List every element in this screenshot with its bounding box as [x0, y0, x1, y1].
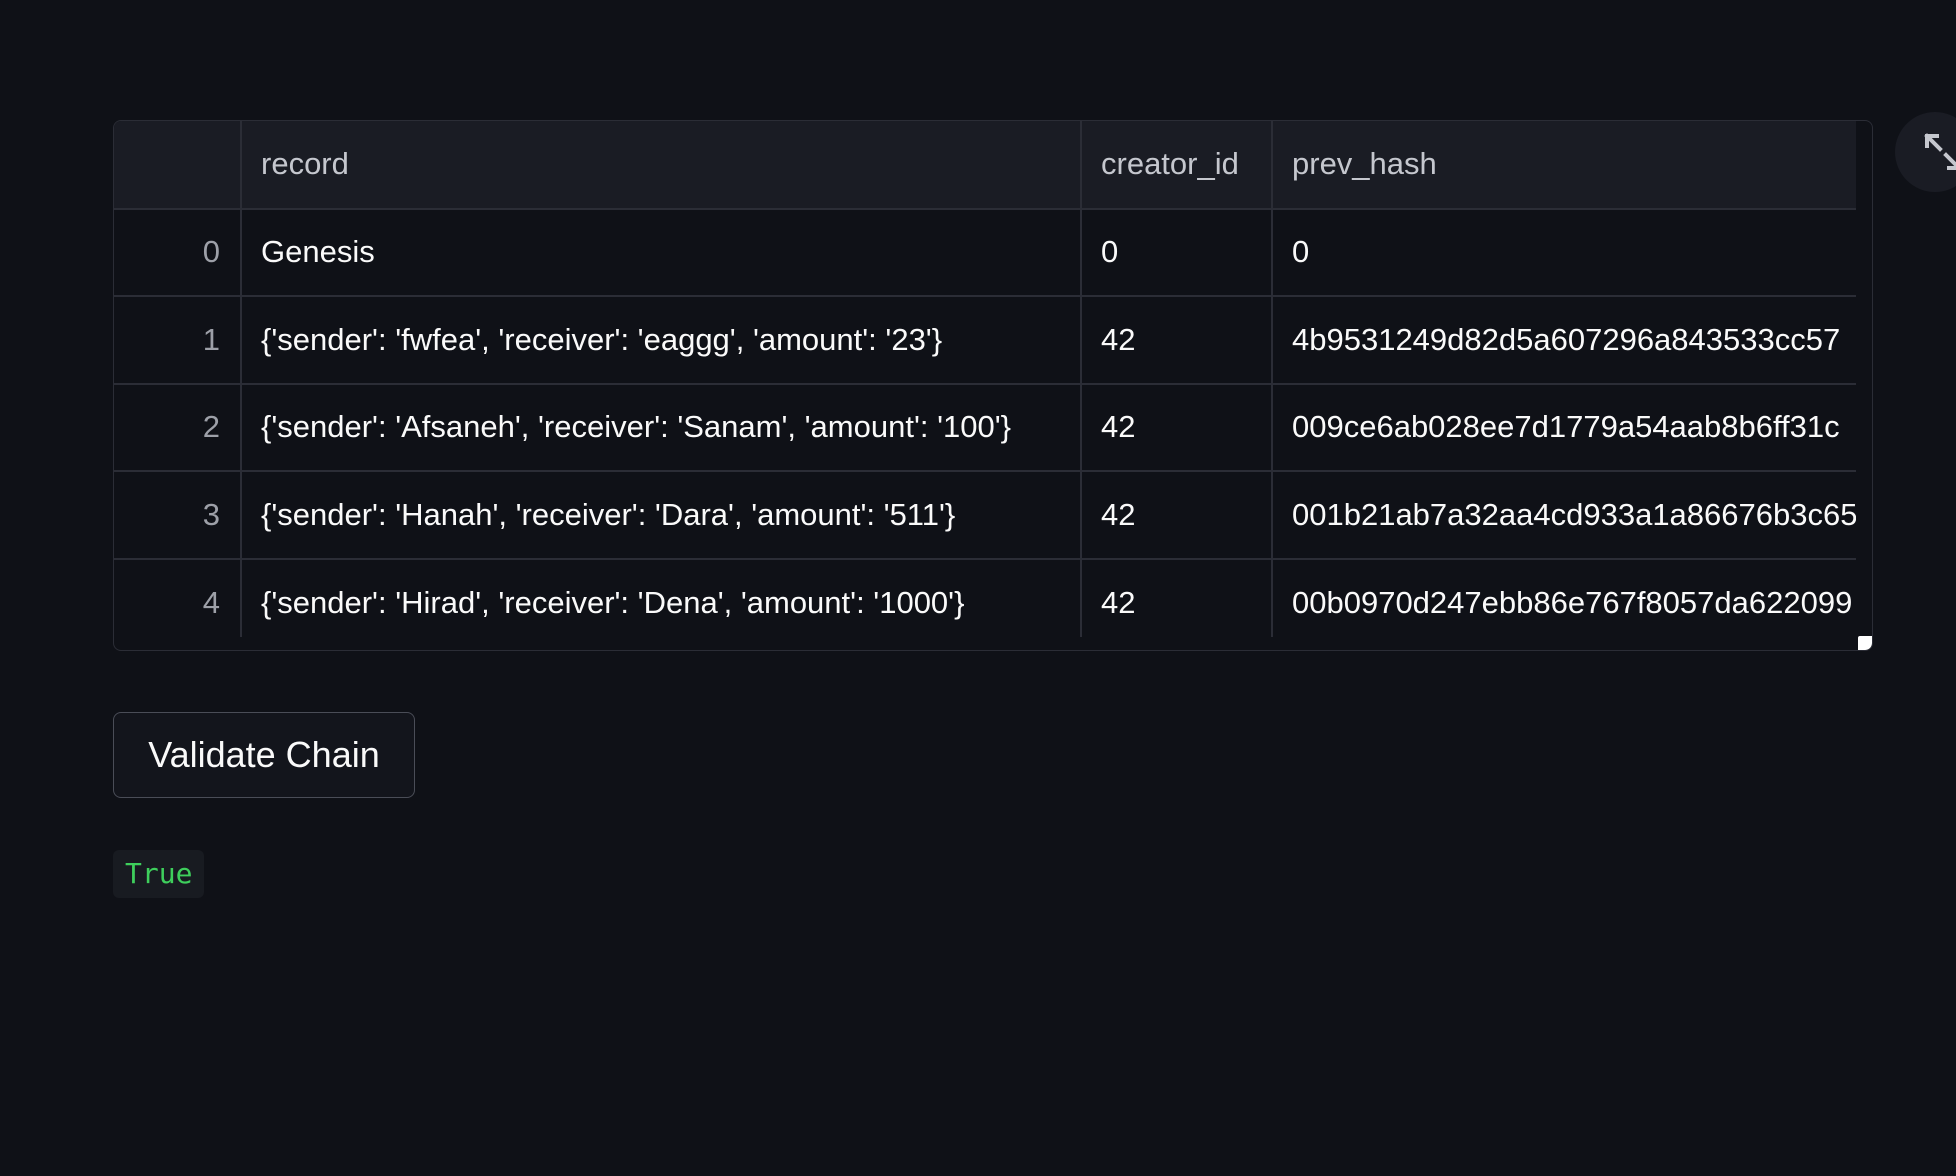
table-row: 3 {'sender': 'Hanah', 'receiver': 'Dara'…: [114, 471, 1856, 560]
row-index: 2: [114, 383, 242, 472]
dataframe-scroll-area[interactable]: record creator_id prev_hash 0 Genesis 0 …: [114, 121, 1856, 637]
cell-record[interactable]: {'sender': 'Hirad', 'receiver': 'Dena', …: [241, 558, 1082, 637]
cell-creator-id[interactable]: 42: [1081, 471, 1273, 560]
resize-handle[interactable]: [1858, 636, 1872, 650]
cell-creator-id[interactable]: 0: [1081, 208, 1273, 297]
dataframe[interactable]: record creator_id prev_hash 0 Genesis 0 …: [113, 120, 1873, 651]
cell-creator-id[interactable]: 42: [1081, 558, 1273, 637]
cell-record[interactable]: {'sender': 'Hanah', 'receiver': 'Dara', …: [241, 471, 1082, 560]
cell-record[interactable]: {'sender': 'fwfea', 'receiver': 'eaggg',…: [241, 296, 1082, 385]
column-header-creator-id[interactable]: creator_id: [1081, 121, 1273, 210]
cell-prev-hash[interactable]: 4b9531249d82d5a607296a843533cc57: [1272, 296, 1856, 385]
cell-prev-hash[interactable]: 00b0970d247ebb86e767f8057da622099: [1272, 558, 1856, 637]
column-header-record[interactable]: record: [241, 121, 1082, 210]
validate-chain-button[interactable]: Validate Chain: [113, 712, 415, 798]
cell-prev-hash[interactable]: 0: [1272, 208, 1856, 297]
table-row: 1 {'sender': 'fwfea', 'receiver': 'eaggg…: [114, 296, 1856, 385]
row-index: 3: [114, 471, 242, 560]
table-row: 4 {'sender': 'Hirad', 'receiver': 'Dena'…: [114, 558, 1856, 637]
cell-prev-hash[interactable]: 001b21ab7a32aa4cd933a1a86676b3c65: [1272, 471, 1856, 560]
fullscreen-button[interactable]: [1895, 112, 1956, 192]
dataframe-table: record creator_id prev_hash 0 Genesis 0 …: [114, 121, 1856, 637]
cell-record[interactable]: {'sender': 'Afsaneh', 'receiver': 'Sanam…: [241, 383, 1082, 472]
table-row: 0 Genesis 0 0: [114, 208, 1856, 297]
cell-creator-id[interactable]: 42: [1081, 296, 1273, 385]
row-index: 0: [114, 208, 242, 297]
row-index: 1: [114, 296, 242, 385]
column-header-prev-hash[interactable]: prev_hash: [1272, 121, 1856, 210]
table-row: 2 {'sender': 'Afsaneh', 'receiver': 'San…: [114, 383, 1856, 472]
cell-creator-id[interactable]: 42: [1081, 383, 1273, 472]
cell-record[interactable]: Genesis: [241, 208, 1082, 297]
header-row: record creator_id prev_hash: [114, 121, 1856, 210]
row-index: 4: [114, 558, 242, 637]
validation-result: True: [113, 850, 205, 898]
index-column-header: [114, 121, 242, 210]
expand-arrows-icon: [1924, 133, 1956, 170]
cell-prev-hash[interactable]: 009ce6ab028ee7d1779a54aab8b6ff31c: [1272, 383, 1856, 472]
